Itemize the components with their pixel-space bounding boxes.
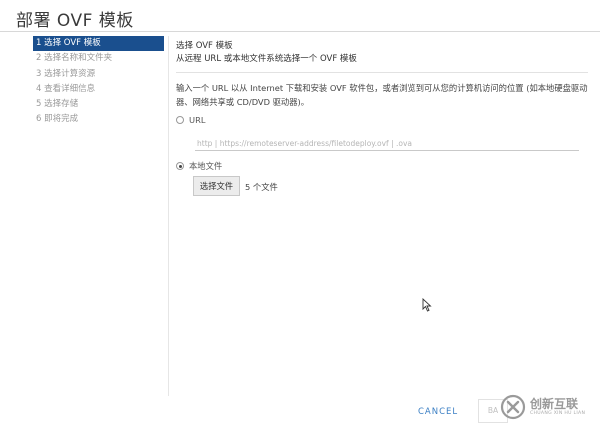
url-radio-label: URL [189, 115, 206, 125]
local-file-radio[interactable] [176, 162, 184, 170]
sidebar-divider [168, 36, 169, 396]
step-select-name-folder[interactable]: 2 选择名称和文件夹 [33, 51, 164, 66]
step-select-compute-resource[interactable]: 3 选择计算资源 [33, 67, 164, 82]
brand-logo-icon [500, 394, 526, 420]
header-divider [176, 72, 588, 73]
file-count: 5 个文件 [245, 182, 278, 192]
instructions-text: 输入一个 URL 以从 Internet 下载和安装 OVF 软件包，或者浏览到… [176, 83, 588, 107]
page-heading: 选择 OVF 模板 [176, 41, 233, 51]
wizard-steps: 1 选择 OVF 模板 2 选择名称和文件夹 3 选择计算资源 4 查看详细信息… [33, 36, 164, 128]
step-select-ovf-template[interactable]: 1 选择 OVF 模板 [33, 36, 164, 52]
step-review-details[interactable]: 4 查看详细信息 [33, 82, 164, 97]
url-radio[interactable] [176, 116, 184, 124]
page-header: 选择 OVF 模板 从远程 URL 或本地文件系统选择一个 OVF 模板 [176, 40, 588, 66]
watermark: 创新互联 CHUANG XIN HU LIAN [500, 394, 585, 420]
url-option[interactable]: URL [176, 115, 205, 125]
watermark-subtext: CHUANG XIN HU LIAN [530, 411, 586, 416]
mouse-pointer-icon [422, 298, 432, 312]
page-subheading: 从远程 URL 或本地文件系统选择一个 OVF 模板 [176, 54, 357, 64]
choose-file-button[interactable]: 选择文件 [193, 176, 240, 196]
local-file-radio-label: 本地文件 [189, 161, 223, 171]
local-file-option[interactable]: 本地文件 [176, 160, 222, 172]
cancel-button[interactable]: CANCEL [418, 407, 458, 417]
dialog-title: 部署 OVF 模板 [16, 11, 134, 31]
step-select-storage[interactable]: 5 选择存储 [33, 97, 164, 112]
title-divider [0, 31, 600, 32]
step-ready-to-complete[interactable]: 6 即将完成 [33, 112, 164, 127]
watermark-text: 创新互联 [530, 397, 579, 411]
url-input[interactable] [195, 136, 579, 151]
